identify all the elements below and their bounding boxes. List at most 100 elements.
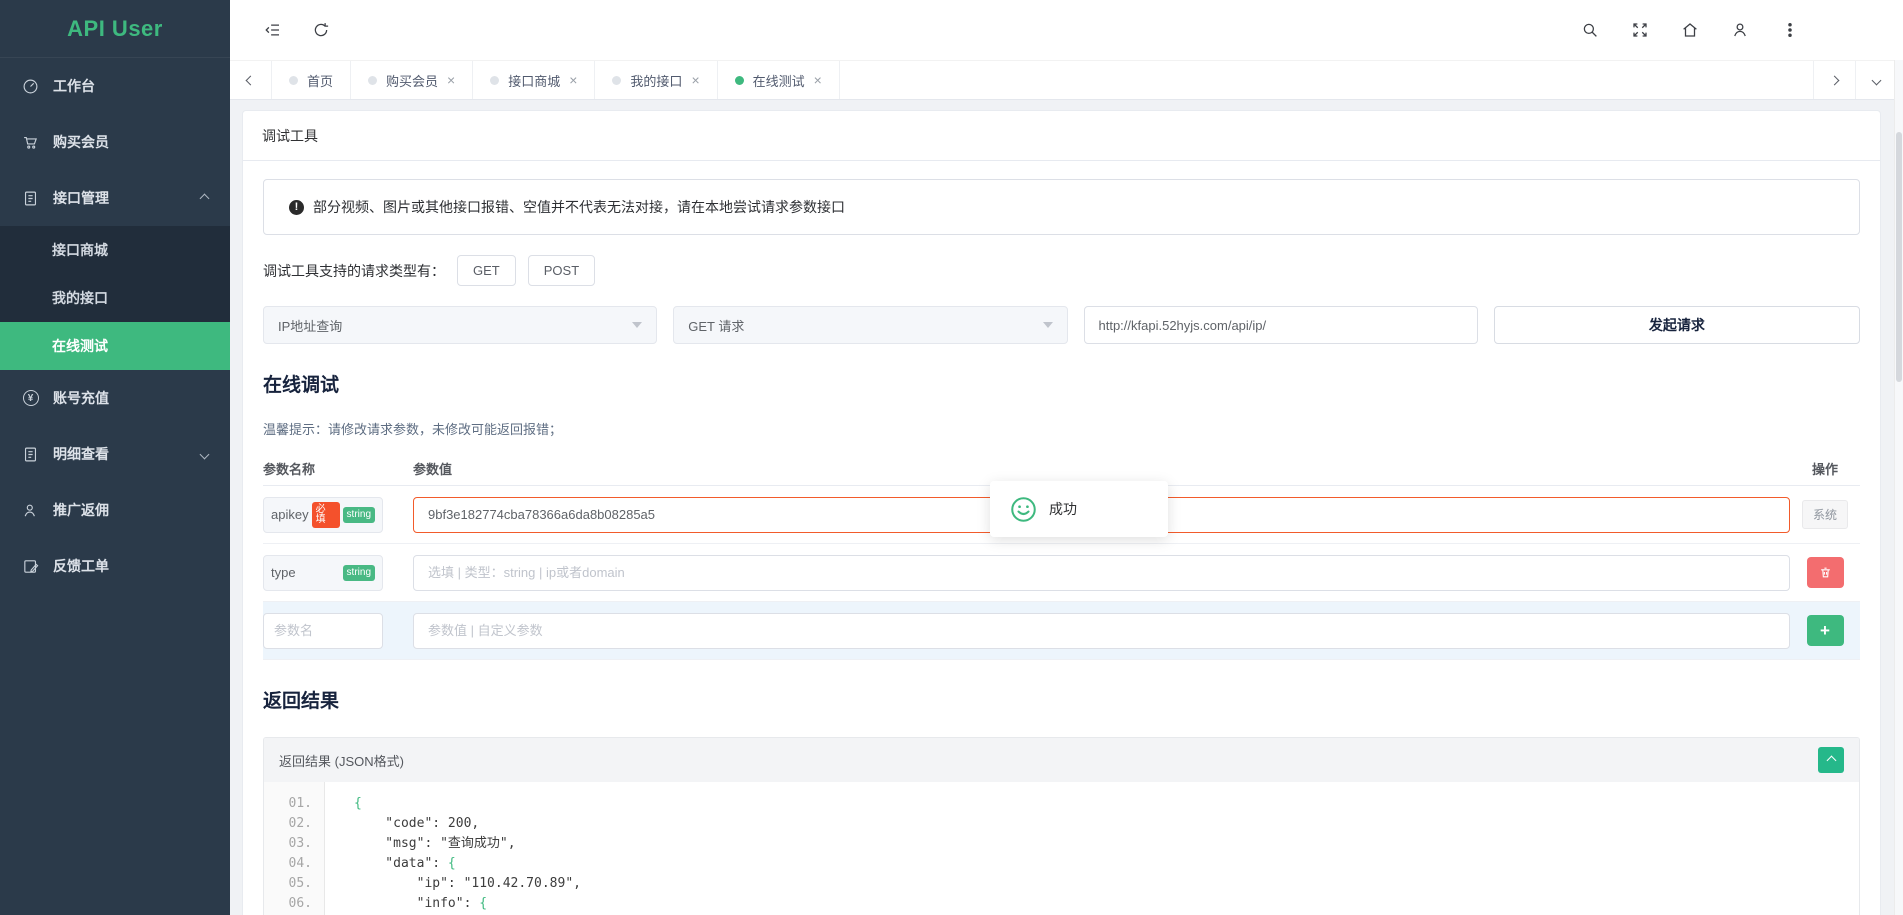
sidebar-item-feedback[interactable]: 反馈工单 bbox=[0, 538, 230, 594]
feedback-icon bbox=[22, 558, 39, 575]
search-icon[interactable] bbox=[1573, 13, 1607, 47]
tab-dot bbox=[368, 76, 377, 85]
main-area: 首页 购买会员 × 接口商城 × 我的接口 × 在线测试 × 调试工具 bbox=[230, 0, 1903, 915]
tabbar-spacer bbox=[840, 61, 1813, 99]
tabs-scroll-right-button[interactable] bbox=[1813, 61, 1855, 99]
close-icon[interactable]: × bbox=[447, 73, 455, 87]
url-input-wrapper bbox=[1084, 306, 1478, 344]
param-name: apikey bbox=[271, 507, 309, 522]
sidebar-item-detail-view[interactable]: 明细查看 bbox=[0, 426, 230, 482]
request-controls: IP地址查询 GET 请求 发起请求 bbox=[263, 306, 1860, 344]
sidebar-submenu: 接口商城 我的接口 在线测试 bbox=[0, 226, 230, 370]
page-scrollbar[interactable] bbox=[1894, 60, 1903, 915]
param-row-custom: + bbox=[263, 602, 1860, 660]
code-line: "code": 200, bbox=[324, 814, 479, 834]
fullscreen-icon[interactable] bbox=[1623, 13, 1657, 47]
line-number: 03. bbox=[264, 834, 324, 854]
post-button[interactable]: POST bbox=[528, 255, 595, 286]
tab-home[interactable]: 首页 bbox=[272, 61, 351, 99]
result-panel: 返回结果 (JSON格式) 01.{ 02. "code": 200, 03. … bbox=[263, 737, 1860, 915]
chevron-up-icon bbox=[200, 193, 210, 203]
collapse-sidebar-icon[interactable] bbox=[256, 13, 290, 47]
tab-online-test[interactable]: 在线测试 × bbox=[718, 61, 840, 99]
exclamation-icon: ! bbox=[289, 200, 304, 215]
close-icon[interactable]: × bbox=[814, 73, 822, 87]
tab-api-shop[interactable]: 接口商城 × bbox=[473, 61, 595, 99]
sidebar-item-label: 明细查看 bbox=[53, 444, 109, 464]
collapse-panel-button[interactable] bbox=[1818, 747, 1844, 773]
person-icon bbox=[22, 502, 39, 519]
scrollbar-thumb[interactable] bbox=[1896, 132, 1902, 382]
sidebar-item-label: 接口管理 bbox=[53, 188, 109, 208]
type-badge: string bbox=[343, 507, 375, 523]
tab-label: 在线测试 bbox=[753, 71, 805, 90]
url-input[interactable] bbox=[1099, 318, 1463, 333]
sidebar-item-buy-vip[interactable]: 购买会员 bbox=[0, 114, 230, 170]
param-row-type: type string bbox=[263, 544, 1860, 602]
code-line: { bbox=[324, 794, 362, 814]
toast-text: 成功 bbox=[1049, 499, 1077, 519]
sidebar-item-api-manage[interactable]: 接口管理 bbox=[0, 170, 230, 226]
sidebar-item-workbench[interactable]: 工作台 bbox=[0, 58, 230, 114]
sidebar-item-label: 推广返佣 bbox=[53, 500, 109, 520]
custom-param-value-input[interactable] bbox=[413, 613, 1790, 649]
caret-down-icon bbox=[632, 322, 642, 328]
online-debug-tip: 温馨提示：请修改请求参数，未修改可能返回报错； bbox=[263, 419, 1860, 438]
close-icon[interactable]: × bbox=[691, 73, 699, 87]
close-icon[interactable]: × bbox=[569, 73, 577, 87]
tab-label: 我的接口 bbox=[630, 71, 682, 90]
chevron-down-icon bbox=[200, 449, 210, 459]
line-number: 05. bbox=[264, 874, 324, 894]
code-line: "msg": "查询成功", bbox=[324, 834, 516, 854]
send-request-button[interactable]: 发起请求 bbox=[1494, 306, 1860, 344]
line-number: 06. bbox=[264, 894, 324, 914]
system-tag: 系统 bbox=[1802, 500, 1848, 529]
code-line: "data": { bbox=[324, 854, 456, 874]
app-logo: API User bbox=[0, 0, 230, 58]
code-line: "info": { bbox=[324, 894, 487, 914]
type-value-input[interactable] bbox=[413, 555, 1790, 591]
document-icon bbox=[22, 446, 39, 463]
alert-text: 部分视频、图片或其他接口报错、空值并不代表无法对接，请在本地尝试请求参数接口 bbox=[313, 197, 845, 217]
line-number: 01. bbox=[264, 794, 324, 814]
sidebar-item-promotion[interactable]: 推广返佣 bbox=[0, 482, 230, 538]
card-title: 调试工具 bbox=[243, 111, 1880, 161]
api-select[interactable]: IP地址查询 bbox=[263, 306, 657, 344]
param-name: type bbox=[271, 565, 296, 580]
tabs-scroll-left-button[interactable] bbox=[230, 61, 272, 99]
trash-icon bbox=[1819, 566, 1832, 579]
home-icon[interactable] bbox=[1673, 13, 1707, 47]
tab-buy-vip[interactable]: 购买会员 × bbox=[351, 61, 473, 99]
sidebar-item-label: 接口商城 bbox=[52, 240, 108, 260]
sidebar-item-label: 反馈工单 bbox=[53, 556, 109, 576]
method-select-value: GET 请求 bbox=[688, 316, 744, 335]
dashboard-icon bbox=[22, 78, 39, 95]
result-panel-header: 返回结果 (JSON格式) bbox=[264, 738, 1859, 782]
caret-down-icon bbox=[1043, 322, 1053, 328]
tabbar: 首页 购买会员 × 接口商城 × 我的接口 × 在线测试 × bbox=[230, 60, 1903, 100]
delete-row-button[interactable] bbox=[1807, 557, 1844, 588]
topbar-actions bbox=[1573, 13, 1807, 47]
topbar bbox=[230, 0, 1903, 60]
sidebar-item-recharge[interactable]: ¥ 账号充值 bbox=[0, 370, 230, 426]
sidebar: API User 工作台 购买会员 接口管理 接口商城 我的接口 在线测试 ¥ … bbox=[0, 0, 230, 915]
tab-label: 购买会员 bbox=[386, 71, 438, 90]
user-icon[interactable] bbox=[1723, 13, 1757, 47]
tab-dot bbox=[735, 76, 744, 85]
more-menu-icon[interactable] bbox=[1773, 13, 1807, 47]
column-param-name: 参数名称 bbox=[263, 459, 413, 478]
get-button[interactable]: GET bbox=[457, 255, 516, 286]
sidebar-item-online-test[interactable]: 在线测试 bbox=[0, 322, 230, 370]
refresh-icon[interactable] bbox=[304, 13, 338, 47]
yen-icon: ¥ bbox=[22, 390, 39, 407]
sidebar-item-label: 账号充值 bbox=[53, 388, 109, 408]
add-row-button[interactable]: + bbox=[1807, 615, 1844, 646]
sidebar-item-api-shop[interactable]: 接口商城 bbox=[0, 226, 230, 274]
custom-param-name-input[interactable] bbox=[263, 613, 383, 649]
tab-my-api[interactable]: 我的接口 × bbox=[595, 61, 717, 99]
sidebar-item-my-api[interactable]: 我的接口 bbox=[0, 274, 230, 322]
online-debug-title: 在线调试 bbox=[263, 370, 1860, 397]
tabs-menu-button[interactable] bbox=[1855, 61, 1897, 99]
cart-icon bbox=[22, 134, 39, 151]
method-select[interactable]: GET 请求 bbox=[673, 306, 1067, 344]
